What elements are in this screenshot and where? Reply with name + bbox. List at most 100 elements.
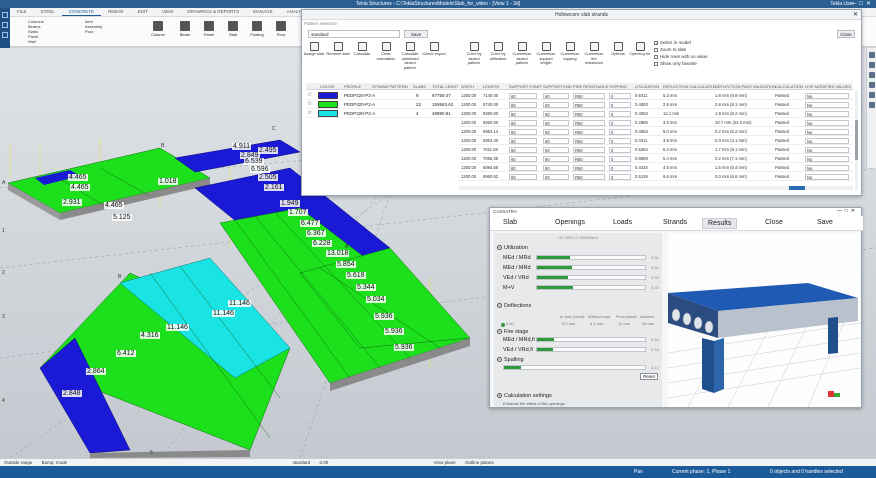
panel-button[interactable]: Panel	[196, 19, 222, 37]
se-cell[interactable]: 60	[543, 110, 569, 117]
tab-steel[interactable]: STEEL	[34, 8, 62, 15]
table-row[interactable]: 1200.00 6960.62 60 60 R60 0 0.5126 6.6 mm 0.0 mm…	[459, 172, 853, 181]
lm-cell[interactable]: No	[805, 92, 849, 99]
se-cell[interactable]: 60	[543, 101, 569, 108]
column-button[interactable]: Column	[145, 19, 171, 37]
pattern-color-swatch[interactable]	[318, 110, 338, 117]
tab-save[interactable]: Save	[812, 218, 838, 227]
preset-select[interactable]: standard	[308, 30, 400, 38]
fire-stage-section[interactable]: − Fire stage	[497, 329, 528, 335]
ribbon-item-pour[interactable]: Pour	[85, 29, 102, 34]
ss-cell[interactable]: 60	[509, 92, 537, 99]
close-button[interactable]: Close	[837, 30, 855, 38]
utilization-section[interactable]: − Utilization	[497, 245, 528, 251]
hide-rows-checkbox[interactable]: Hide rows with no value	[654, 54, 708, 59]
tab-edit[interactable]: EDIT	[131, 8, 155, 15]
window-controls[interactable]: —□✕	[837, 208, 858, 214]
tp-cell[interactable]: 0	[609, 146, 631, 153]
optimize-button[interactable]: Calculate optimized strand pattern	[398, 42, 422, 70]
fr-cell[interactable]: R60	[573, 128, 605, 135]
tab-close[interactable]: Close	[760, 218, 788, 227]
tab-strands[interactable]: Strands	[658, 218, 692, 227]
bump-mode-select[interactable]: Bump: mode	[42, 460, 68, 465]
lm-cell[interactable]: No	[805, 164, 849, 171]
properties-icon[interactable]	[869, 52, 875, 58]
tab-concrete[interactable]: CONCRETE	[61, 8, 102, 16]
ribbon-item-wall[interactable]: Wall	[28, 39, 44, 44]
opening-button[interactable]: Opening for	[628, 42, 652, 57]
snap-icon[interactable]	[2, 22, 8, 28]
status-phase[interactable]: Current phase: 1, Phase 1	[672, 469, 730, 475]
vertical-scrollbar[interactable]	[855, 90, 858, 190]
close-icon[interactable]: ✕	[853, 11, 858, 18]
openings-effect-checkbox[interactable]: Enhance the effect of the openings	[503, 401, 565, 406]
save-button[interactable]: Save	[404, 30, 428, 38]
view-plane-select[interactable]: View plane	[434, 460, 456, 465]
tab-results[interactable]: Results	[702, 218, 738, 229]
table-row[interactable]: 1200.00 6894.68 60 60 R60 0 0.4434 4.6 mm 1.5 mm…	[459, 163, 853, 172]
pattern-color-swatch[interactable]	[318, 92, 338, 99]
se-cell[interactable]: 60	[543, 146, 569, 153]
se-cell[interactable]: 60	[543, 92, 569, 99]
favorite-star-icon[interactable]: ☆	[307, 100, 312, 109]
tp-cell[interactable]: 0	[609, 101, 631, 108]
footing-button[interactable]: Footing	[244, 19, 270, 37]
menu-icon[interactable]	[2, 32, 8, 38]
tp-cell[interactable]: 0	[609, 137, 631, 144]
reset-button[interactable]: Reset	[640, 373, 658, 380]
tab-manage[interactable]: MANAGE	[246, 8, 280, 15]
fr-cell[interactable]: R60	[573, 101, 605, 108]
window-controls[interactable]: —□✕	[850, 0, 874, 7]
lm-cell[interactable]: No	[805, 155, 849, 162]
assign-slab-button[interactable]: Assign slab	[302, 42, 326, 57]
fr-cell[interactable]: R60	[573, 173, 605, 180]
fr-cell[interactable]: R60	[573, 110, 605, 117]
remove-slab-button[interactable]: Remove slab	[326, 42, 350, 57]
lm-cell[interactable]: No	[805, 101, 849, 108]
layers-icon[interactable]	[869, 82, 875, 88]
table-row[interactable]: 1200.00 5953.40 60 60 R60 0 0.4311 3.9 mm 0.3 mm…	[459, 136, 853, 145]
fr-cell[interactable]: R60	[573, 146, 605, 153]
snap-value[interactable]: 0.00	[319, 460, 328, 465]
table-row[interactable]: 1200.00 7056.38 60 60 R60 0 0.6899 5.4 mm 0.2 mm…	[459, 154, 853, 163]
snap-preset-select[interactable]: standard	[293, 460, 311, 465]
tp-cell[interactable]: 0	[609, 173, 631, 180]
table-row[interactable]: 1200.00 6953.14 60 60 R60 0 0.4553 5.0 mm 0.2 mm…	[459, 127, 853, 136]
color-pattern-button[interactable]: Color by strand pattern	[462, 42, 486, 66]
favorite-star-icon[interactable]: ☆	[307, 109, 312, 118]
calc-settings-section[interactable]: + Calculation settings	[497, 393, 552, 399]
horizontal-scrollbar[interactable]	[459, 186, 853, 190]
zoom-to-slab-checkbox[interactable]: Zoom to slab	[654, 47, 686, 52]
fr-cell[interactable]: R60	[573, 137, 605, 144]
tp-cell[interactable]: 0	[609, 110, 631, 117]
beam-button[interactable]: Beam	[172, 19, 198, 37]
table-row[interactable]: ☆ PEDP320-P2-A 22 159563.62	[306, 100, 458, 109]
ss-cell[interactable]: 60	[509, 155, 537, 162]
tab-openings[interactable]: Openings	[550, 218, 590, 227]
outside-range-select[interactable]: Outside range	[4, 460, 32, 465]
tab-view[interactable]: VIEW	[155, 8, 181, 15]
check-export-button[interactable]: Check export	[422, 42, 446, 57]
ss-cell[interactable]: 60	[509, 119, 537, 126]
table-row[interactable]: 1200.00 9260.00 60 60 R60 0 0.4053 12.1 mm 1.9 m…	[459, 109, 853, 118]
tab-drawings[interactable]: DRAWINGS & REPORTS	[180, 8, 246, 15]
customize-pattern-button[interactable]: Customize strand pattern	[510, 42, 534, 66]
lm-cell[interactable]: No	[805, 173, 849, 180]
ss-cell[interactable]: 60	[509, 146, 537, 153]
fr-cell[interactable]: R60	[573, 92, 605, 99]
pour-button[interactable]: Pour	[268, 19, 294, 37]
tp-cell[interactable]: 0	[609, 119, 631, 126]
se-cell[interactable]: 60	[543, 173, 569, 180]
tp-cell[interactable]: 0	[609, 128, 631, 135]
ss-cell[interactable]: 60	[509, 137, 537, 144]
fr-cell[interactable]: R60	[573, 155, 605, 162]
ss-cell[interactable]: 60	[509, 164, 537, 171]
calculate-button[interactable]: Calculate	[350, 42, 374, 57]
customize-fire-button[interactable]: Customize fire resistance	[582, 42, 606, 66]
se-cell[interactable]: 60	[543, 137, 569, 144]
tab-file[interactable]: FILE	[10, 8, 34, 15]
fr-cell[interactable]: R60	[573, 164, 605, 171]
slab-3d-preview[interactable]	[668, 233, 860, 407]
customize-topping-button[interactable]: Customize topping	[558, 42, 582, 61]
table-row[interactable]: 1200.00 7140.00 60 60 R60 0 0.6411 5.3 mm 1.8 mm…	[459, 91, 853, 100]
